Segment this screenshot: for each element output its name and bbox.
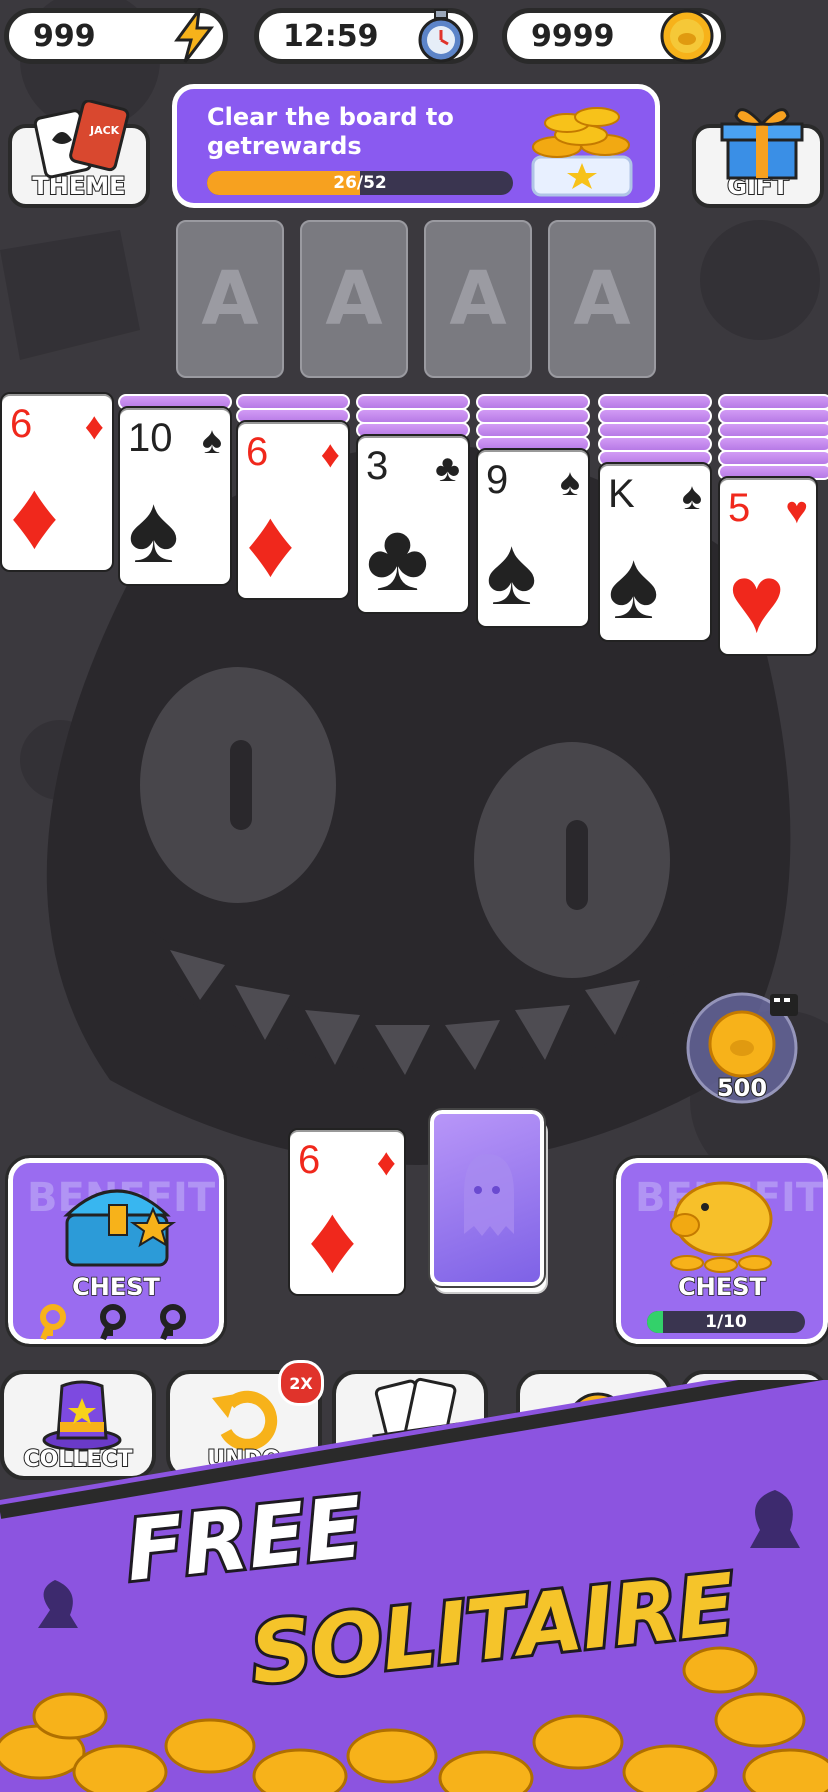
energy-value: 999 [33,18,96,54]
card-suit: ♦ [84,406,104,448]
card-rank: K [608,472,635,516]
card-rank: 6 [246,430,269,474]
card-rank: 6 [298,1138,321,1182]
chest-right-label: CHEST [677,1272,766,1302]
card-suit-big: ♦ [10,462,59,569]
card-suit-big: ♥ [728,546,785,653]
tableau-card[interactable]: 5 ♥ ♥ [718,476,818,656]
card-suit: ♥ [785,490,808,532]
card-suit-big: ♦ [308,1186,357,1293]
tableau-card[interactable]: 6 ♦ ♦ [236,420,350,600]
treasure-chest-icon [63,1189,177,1267]
card-suit: ♠ [201,420,222,462]
card-suit-big: ♠ [486,518,537,625]
chest-left-label: CHEST [71,1272,160,1302]
cards-icon: JACK [33,100,130,179]
foundation-slot[interactable]: A [548,220,656,378]
tableau-card[interactable]: K ♠ ♠ [598,462,712,642]
gift-icon [720,108,804,180]
tableau-card[interactable]: 3 ♣ ♣ [356,434,470,614]
tableau-card[interactable]: 9 ♠ ♠ [476,448,590,628]
timer-value: 12:59 [283,18,379,54]
foundation-slot[interactable]: A [176,220,284,378]
card-rank: 10 [128,416,173,460]
card-suit-big: ♠ [608,532,659,639]
chest-progress-bar: 1/10 [647,1311,805,1333]
coin-icon [660,9,714,63]
key-icon [40,1304,186,1341]
energy-counter: 999 [4,8,228,64]
card-suit: ♣ [435,448,460,490]
chest-left[interactable]: BENEFIT CHEST [5,1155,227,1347]
bonus-amount: 500 [716,1073,768,1103]
timer-counter: 12:59 [254,8,478,64]
reward-progress-text: 26/52 [333,173,387,193]
reward-progress-bar: 26/52 [207,171,513,195]
foundation-slot[interactable]: A [300,220,408,378]
stopwatch-icon [418,9,464,63]
card-rank: 6 [10,402,33,446]
card-rank: 3 [366,444,389,488]
ghost-card-back-icon [464,1154,514,1236]
gift-button[interactable]: GIFT [692,108,824,208]
coin-stack-icon [531,107,633,197]
card-suit: ♠ [559,462,580,504]
card-rank: 5 [728,486,751,530]
coin-counter: 9999 [502,8,726,64]
tableau-card[interactable]: 6 ♦ ♦ [0,392,114,572]
card-suit: ♦ [320,434,340,476]
card-suit: ♠ [681,476,702,518]
card-suit: ♦ [376,1142,396,1184]
card-suit-big: ♦ [246,490,295,597]
foundation-slot[interactable]: A [424,220,532,378]
coin-bonus-bubble[interactable]: 500 [684,990,800,1106]
lightning-icon [174,8,215,63]
piggy-bank-icon [670,1181,773,1273]
card-suit-big: ♣ [366,504,429,611]
coin-value: 9999 [531,18,615,54]
jack-card-text: JACK [89,124,120,137]
tableau-card[interactable]: 10 ♠ ♠ [118,406,232,586]
card-rank: 9 [486,458,509,502]
chest-progress-text: 1/10 [705,1312,747,1332]
chest-right[interactable]: BENEFIT CHEST 1/10 [613,1155,828,1347]
card-suit-big: ♠ [128,476,179,583]
reward-banner[interactable]: Clear the board to getrewards 26/52 [172,84,660,208]
waste-card[interactable]: 6 ♦ ♦ [288,1128,406,1296]
reward-banner-text: Clear the board to getrewards [207,103,454,160]
stock-pile[interactable] [428,1108,548,1294]
theme-button[interactable]: JACK THEME [8,100,150,208]
